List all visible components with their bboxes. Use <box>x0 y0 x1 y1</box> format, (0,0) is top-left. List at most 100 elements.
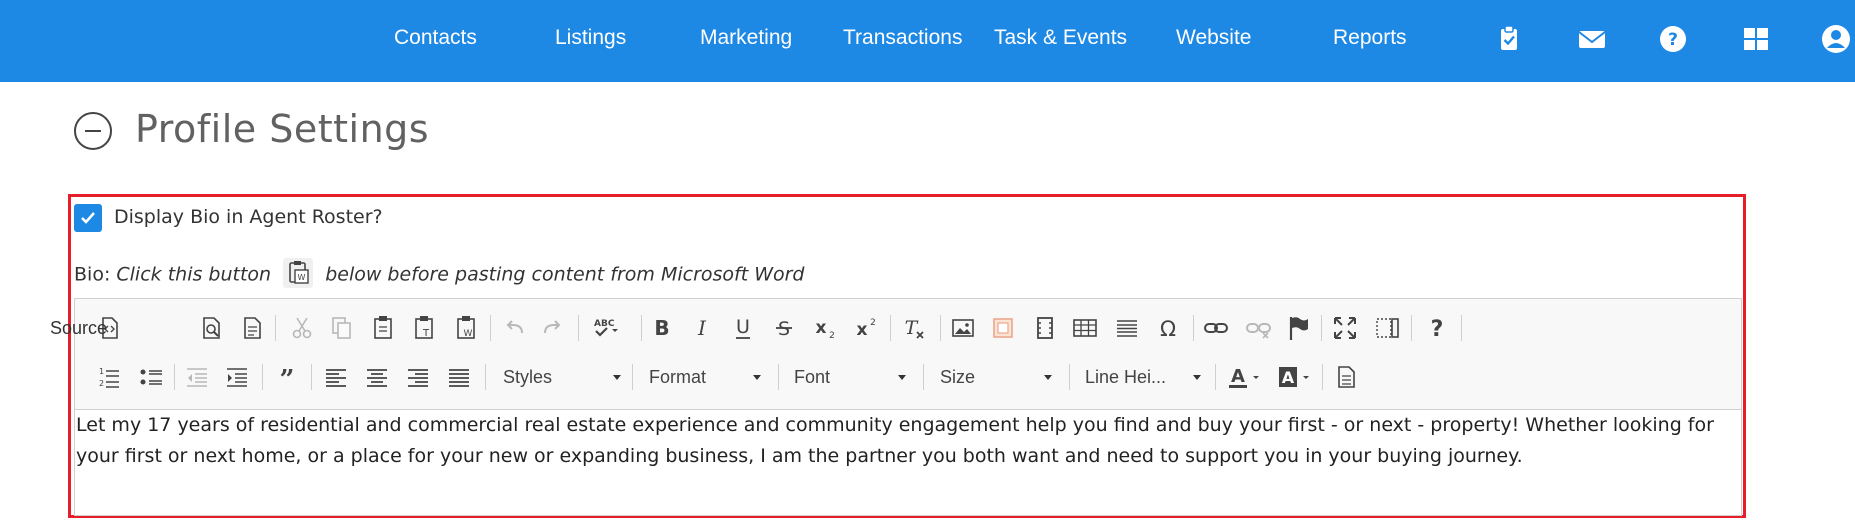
apps-grid-icon[interactable] <box>1741 24 1771 54</box>
toolbar-separator <box>485 364 486 390</box>
svg-text:2: 2 <box>99 379 104 388</box>
toolbar-separator <box>641 315 642 341</box>
superscript-icon[interactable]: x2 <box>851 313 881 343</box>
chevron-down-icon <box>753 375 761 380</box>
nav-website[interactable]: Website <box>1176 0 1251 76</box>
justify-icon[interactable] <box>444 362 474 392</box>
table-icon[interactable] <box>1070 313 1100 343</box>
styles-dropdown[interactable]: Styles <box>503 359 621 395</box>
page-title: Profile Settings <box>135 107 430 151</box>
underline-icon[interactable]: U <box>728 313 758 343</box>
svg-text:Ω: Ω <box>1160 317 1176 341</box>
align-left-icon[interactable] <box>321 362 351 392</box>
toolbar-separator <box>1461 315 1462 341</box>
preview-icon[interactable] <box>196 313 226 343</box>
unlink-icon[interactable] <box>1243 313 1273 343</box>
svg-text:?: ? <box>1668 30 1678 50</box>
link-icon[interactable] <box>1201 313 1231 343</box>
toolbar-separator <box>632 364 633 390</box>
nav-contacts[interactable]: Contacts <box>394 0 477 76</box>
svg-text:B: B <box>654 316 669 340</box>
video-icon[interactable] <box>1030 313 1060 343</box>
editor-content-area[interactable]: Let my 17 years of residential and comme… <box>76 410 1736 472</box>
cut-icon[interactable] <box>287 313 317 343</box>
flash-icon[interactable] <box>988 313 1018 343</box>
toolbar-separator <box>311 364 312 390</box>
decrease-indent-icon[interactable] <box>182 362 212 392</box>
image-icon[interactable] <box>948 313 978 343</box>
nav-reports[interactable]: Reports <box>1333 0 1407 76</box>
nav-listings[interactable]: Listings <box>555 0 626 76</box>
collapse-section-button[interactable] <box>74 112 112 150</box>
increase-indent-icon[interactable] <box>222 362 252 392</box>
nav-marketing[interactable]: Marketing <box>700 0 792 76</box>
templates-icon[interactable] <box>237 313 267 343</box>
align-center-icon[interactable] <box>362 362 392 392</box>
styles-dropdown-label: Styles <box>503 367 553 387</box>
format-dropdown[interactable]: Format <box>649 359 761 395</box>
svg-text:x: x <box>857 320 868 340</box>
svg-text:T: T <box>422 328 430 339</box>
numbered-list-icon[interactable]: 12 <box>94 362 124 392</box>
undo-icon[interactable] <box>500 313 530 343</box>
about-icon[interactable]: ? <box>1422 313 1452 343</box>
svg-text:x: x <box>816 318 827 338</box>
copy-icon[interactable] <box>326 313 356 343</box>
top-navigation-bar: Contacts Listings Marketing Transactions… <box>0 0 1855 82</box>
document-icon[interactable] <box>1331 362 1361 392</box>
paste-icon[interactable] <box>368 313 398 343</box>
toolbar-separator <box>174 364 175 390</box>
svg-text:U: U <box>736 316 750 338</box>
italic-icon[interactable]: I <box>687 313 717 343</box>
svg-text:?: ? <box>1431 317 1444 342</box>
chevron-down-icon <box>898 375 906 380</box>
special-char-icon[interactable]: Ω <box>1153 313 1183 343</box>
toolbar-separator <box>1215 364 1216 390</box>
svg-text:A: A <box>1282 368 1295 387</box>
chevron-down-icon <box>613 375 621 380</box>
size-dropdown[interactable]: Size <box>940 359 1052 395</box>
nav-task-events[interactable]: Task & Events <box>994 0 1127 76</box>
paste-text-icon[interactable]: T <box>409 313 439 343</box>
blockquote-icon[interactable]: ” <box>272 362 302 392</box>
svg-text:A: A <box>1231 366 1245 387</box>
anchor-icon[interactable] <box>1283 313 1313 343</box>
source-button-label[interactable]: Source <box>50 318 107 339</box>
bold-icon[interactable]: B <box>647 313 677 343</box>
toolbar-separator <box>923 364 924 390</box>
svg-text:”: ” <box>280 365 295 392</box>
svg-text:2: 2 <box>829 331 835 341</box>
svg-text:W: W <box>298 273 306 282</box>
svg-text:T: T <box>905 317 919 339</box>
spellcheck-icon[interactable]: ABC <box>590 313 620 343</box>
clipboard-check-icon[interactable] <box>1494 24 1524 54</box>
help-icon[interactable]: ? <box>1658 24 1688 54</box>
text-color-icon[interactable]: A <box>1226 362 1262 392</box>
subscript-icon[interactable]: x2 <box>810 313 840 343</box>
font-dropdown[interactable]: Font <box>794 359 906 395</box>
align-right-icon[interactable] <box>403 362 433 392</box>
show-blocks-icon[interactable] <box>1372 313 1402 343</box>
toolbar-separator <box>1321 315 1322 341</box>
background-color-icon[interactable]: A <box>1276 362 1312 392</box>
envelope-icon[interactable] <box>1577 24 1607 54</box>
redo-icon[interactable] <box>537 313 567 343</box>
toolbar-separator <box>1193 315 1194 341</box>
svg-text:W: W <box>464 329 473 339</box>
nav-transactions[interactable]: Transactions <box>843 0 962 76</box>
strikethrough-icon[interactable]: S <box>769 313 799 343</box>
display-bio-checkbox[interactable] <box>74 204 102 232</box>
paste-from-word-icon[interactable]: W <box>451 313 481 343</box>
toolbar-separator <box>262 364 263 390</box>
toolbar-separator <box>890 315 891 341</box>
toolbar-separator <box>1069 364 1070 390</box>
svg-text:1: 1 <box>99 367 104 376</box>
line-height-dropdown[interactable]: Line Hei... <box>1085 359 1201 395</box>
user-account-icon[interactable] <box>1821 24 1851 54</box>
horizontal-rule-icon[interactable] <box>1112 313 1142 343</box>
svg-text:S: S <box>778 318 790 340</box>
maximize-icon[interactable] <box>1330 313 1360 343</box>
bulleted-list-icon[interactable] <box>136 362 166 392</box>
paste-from-word-button[interactable]: W <box>283 258 314 288</box>
remove-format-icon[interactable]: T <box>899 313 929 343</box>
